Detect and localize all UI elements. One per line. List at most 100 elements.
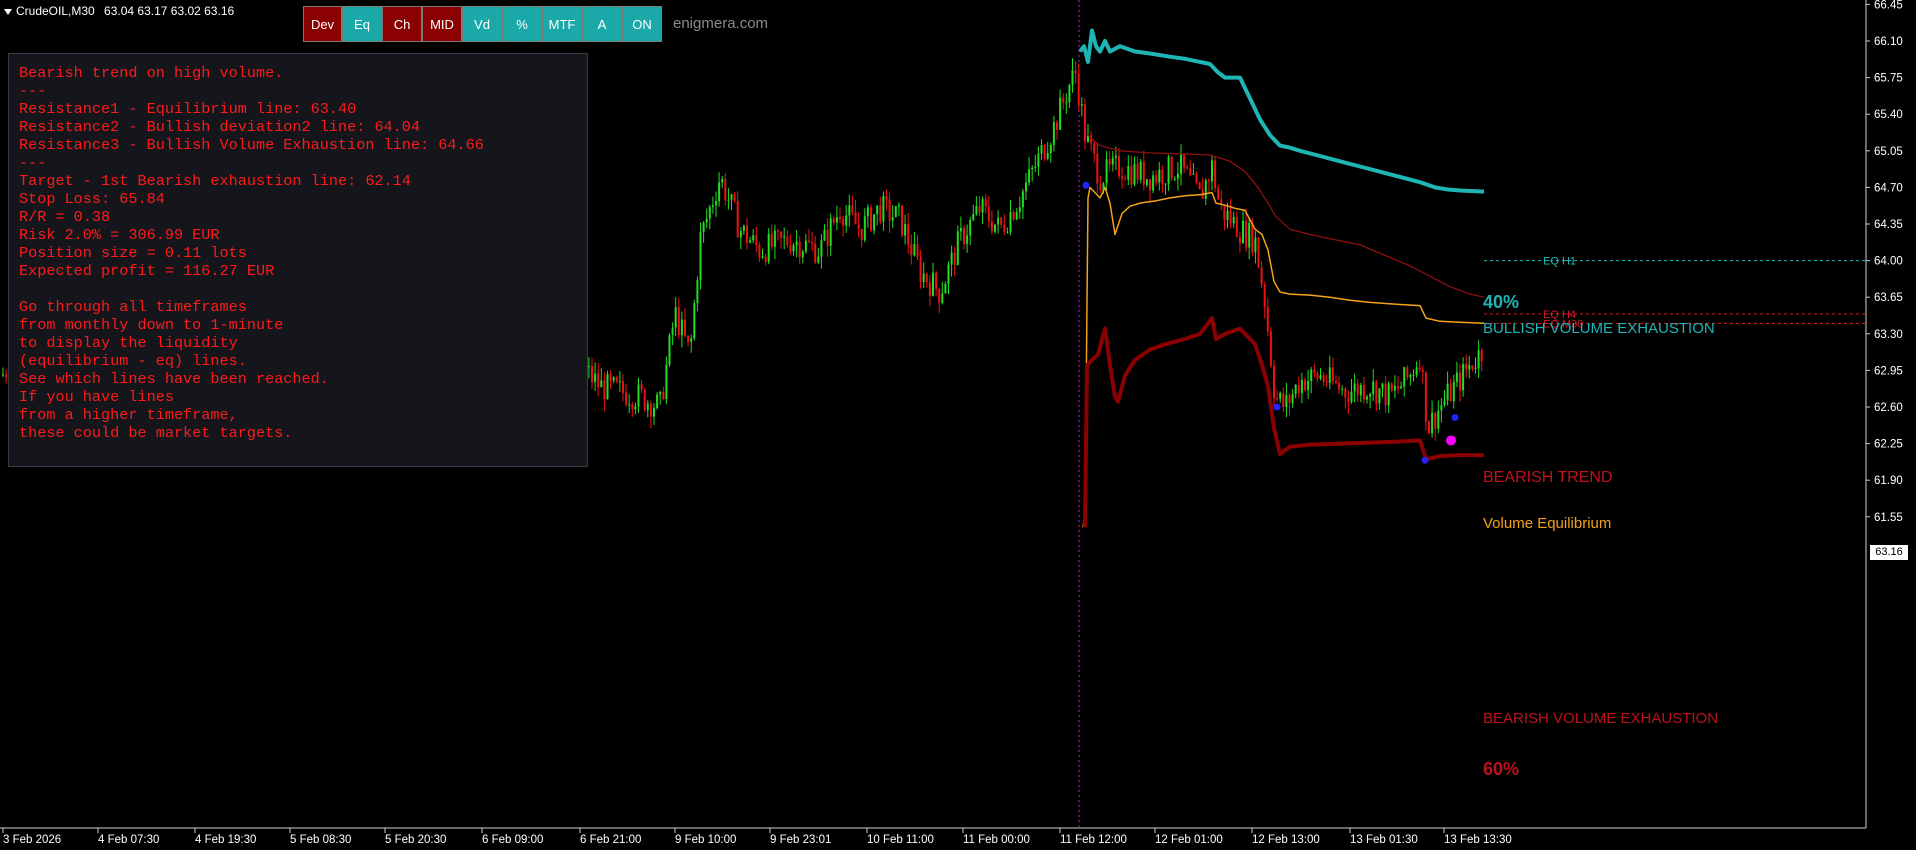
candle-body bbox=[1124, 178, 1127, 180]
candle-body bbox=[1071, 70, 1074, 85]
candle-body bbox=[1155, 175, 1158, 183]
toolbar-button-percent[interactable]: % bbox=[502, 6, 542, 42]
candle-body bbox=[1018, 207, 1021, 213]
chart-annotation-label: Volume Equilibrium bbox=[1483, 515, 1612, 532]
candle-body bbox=[1310, 369, 1313, 382]
price-tick-label: 64.00 bbox=[1874, 256, 1903, 268]
candle-body bbox=[1279, 393, 1282, 399]
toolbar-button-mid[interactable]: MID bbox=[422, 6, 462, 42]
candle-body bbox=[922, 273, 925, 283]
candle-body bbox=[1251, 223, 1254, 253]
candle-body bbox=[1288, 395, 1291, 404]
candle-body bbox=[888, 199, 891, 221]
candle-body bbox=[1369, 394, 1372, 397]
candle-body bbox=[845, 215, 848, 226]
candle-body bbox=[1037, 153, 1040, 167]
candle-body bbox=[761, 256, 764, 258]
candle-body bbox=[733, 194, 736, 202]
candle-body bbox=[715, 201, 717, 206]
chart-menu-icon[interactable] bbox=[4, 8, 12, 15]
toolbar-button-mtf[interactable]: MTF bbox=[542, 6, 582, 42]
candle-body bbox=[1282, 393, 1285, 408]
toolbar-button-ch[interactable]: Ch bbox=[382, 6, 422, 42]
candle-body bbox=[603, 380, 606, 400]
candle-body bbox=[696, 280, 699, 304]
candle-body bbox=[851, 205, 854, 213]
candle-body bbox=[1412, 374, 1415, 376]
candle-body bbox=[634, 406, 637, 410]
toolbar-button-dev[interactable]: Dev bbox=[303, 6, 342, 42]
candle-body bbox=[1294, 384, 1297, 395]
candle-body bbox=[925, 273, 928, 283]
candle-body bbox=[866, 207, 869, 217]
candle-body bbox=[1403, 367, 1406, 387]
toolbar-button-a[interactable]: A bbox=[582, 6, 622, 42]
candle-body bbox=[947, 264, 950, 284]
candle-body bbox=[935, 272, 938, 289]
candle-body bbox=[1474, 368, 1477, 370]
candle-body bbox=[746, 225, 748, 243]
candle-body bbox=[1260, 267, 1263, 285]
candle-body bbox=[597, 373, 600, 388]
candle-body bbox=[1341, 388, 1344, 390]
candle-body bbox=[1114, 155, 1117, 158]
candle-body bbox=[1130, 166, 1133, 185]
candle-body bbox=[730, 194, 733, 200]
time-tick-label: 11 Feb 12:00 bbox=[1060, 834, 1127, 846]
candle-body bbox=[984, 199, 987, 207]
info-line: Position size = 0.11 lots bbox=[19, 244, 247, 262]
candle-body bbox=[1133, 163, 1136, 185]
candle-body bbox=[671, 327, 674, 336]
time-tick-label: 5 Feb 08:30 bbox=[290, 834, 351, 846]
candle-body bbox=[653, 408, 655, 417]
toolbar-button-on[interactable]: ON bbox=[622, 6, 662, 42]
candle-body bbox=[1040, 145, 1043, 154]
candle-body bbox=[1083, 104, 1086, 142]
candle-body bbox=[680, 319, 683, 336]
signal-dot bbox=[1446, 435, 1456, 446]
candle-body bbox=[882, 196, 885, 222]
candle-body bbox=[987, 206, 990, 222]
info-line: Go through all timeframes bbox=[19, 298, 247, 316]
candle-body bbox=[1021, 191, 1024, 208]
info-line: Bearish trend on high volume. bbox=[19, 64, 284, 82]
price-tick-label: 63.65 bbox=[1874, 292, 1903, 304]
candle-body bbox=[792, 245, 795, 252]
candle-body bbox=[1446, 383, 1449, 401]
candle-body bbox=[956, 231, 959, 266]
candle-body bbox=[668, 335, 671, 365]
info-line: Risk 2.0% = 306.99 EUR bbox=[19, 226, 220, 244]
toolbar-button-vd[interactable]: Vd bbox=[462, 6, 502, 42]
candle-body bbox=[662, 391, 665, 399]
candle-body bbox=[1384, 383, 1387, 406]
candle-body bbox=[736, 201, 739, 238]
candle-body bbox=[618, 381, 621, 383]
info-line: Resistance3 - Bullish Volume Exhaustion … bbox=[19, 136, 484, 154]
candle-body bbox=[1170, 156, 1173, 179]
candle-body bbox=[702, 222, 705, 233]
candle-body bbox=[1393, 385, 1396, 391]
candle-body bbox=[1387, 383, 1390, 406]
signal-dot bbox=[1421, 456, 1429, 464]
time-tick-label: 4 Feb 07:30 bbox=[98, 834, 159, 846]
candle-body bbox=[1217, 188, 1220, 200]
eq-level-label: EQ H1 bbox=[1543, 256, 1576, 268]
toolbar-button-eq[interactable]: Eq bbox=[342, 6, 382, 42]
candle-body bbox=[1269, 331, 1272, 367]
candle-body bbox=[637, 384, 640, 407]
candle-body bbox=[1459, 372, 1461, 391]
candle-body bbox=[693, 303, 696, 339]
candle-body bbox=[1152, 175, 1155, 191]
info-line: Expected profit = 116.27 EUR bbox=[19, 262, 275, 280]
candle-body bbox=[950, 252, 953, 265]
candle-body bbox=[835, 216, 838, 223]
candle-body bbox=[640, 384, 643, 390]
candle-body bbox=[625, 392, 628, 405]
price-tick-label: 61.90 bbox=[1874, 475, 1903, 487]
candle-body bbox=[1158, 169, 1161, 183]
candle-body bbox=[724, 179, 727, 201]
time-tick-label: 13 Feb 13:30 bbox=[1444, 834, 1512, 846]
candle-body bbox=[808, 240, 810, 243]
candle-body bbox=[1378, 388, 1381, 404]
candle-body bbox=[1214, 160, 1217, 189]
